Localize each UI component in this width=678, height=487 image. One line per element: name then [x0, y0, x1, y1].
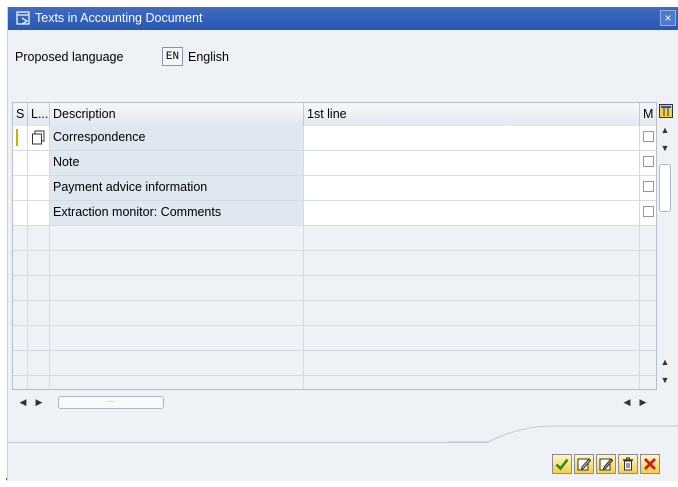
page-up-icon[interactable]: ▼ [659, 142, 671, 154]
cancel-button[interactable] [640, 454, 660, 474]
scroll-up-icon[interactable]: ▲ [659, 124, 671, 136]
edit-alt-button[interactable] [596, 454, 616, 474]
edit-icon [577, 458, 591, 471]
delete-icon [623, 457, 633, 471]
edit-button[interactable] [574, 454, 594, 474]
window-title: Texts in Accounting Document [35, 11, 203, 25]
confirm-icon [555, 458, 569, 471]
empty-row [13, 326, 656, 351]
language-cell[interactable] [28, 201, 50, 225]
description-cell: Correspondence [50, 126, 304, 150]
table-row[interactable]: Extraction monitor: Comments [13, 201, 656, 226]
language-cell[interactable] [28, 126, 50, 150]
horizontal-scroll-right: ◀ ▶ [616, 394, 656, 410]
table-row[interactable]: Payment advice information [13, 176, 656, 201]
horizontal-scroll-left: ◀ ▶ [12, 394, 54, 410]
column-header-description[interactable]: Description [50, 103, 304, 126]
description-cell: Payment advice information [50, 176, 304, 200]
confirm-button[interactable] [552, 454, 572, 474]
row-selector[interactable] [13, 151, 28, 175]
row-selector[interactable] [13, 176, 28, 200]
scroll-down-icon[interactable]: ▼ [659, 374, 671, 386]
language-cell[interactable] [28, 176, 50, 200]
scroll-right-icon[interactable]: ▶ [32, 394, 46, 410]
horizontal-scroll-thumb[interactable]: ⋯ [58, 396, 164, 409]
language-code-field[interactable]: EN [162, 47, 183, 66]
row-selector[interactable] [13, 126, 28, 150]
more-checkbox[interactable] [643, 206, 654, 217]
empty-row [13, 226, 656, 251]
empty-row [13, 351, 656, 376]
scroll-left-icon[interactable]: ◀ [16, 394, 30, 410]
first-line-input[interactable] [304, 126, 640, 150]
empty-row [13, 251, 656, 276]
corner-mark [6, 478, 7, 480]
more-checkbox[interactable] [643, 131, 654, 142]
vertical-scrollbar[interactable]: ▲ ▼ ▲ ▼ [657, 120, 673, 390]
close-button[interactable]: × [660, 10, 676, 26]
scroll-right-icon[interactable]: ▶ [636, 394, 650, 410]
first-line-input[interactable] [304, 176, 640, 200]
first-line-input[interactable] [304, 151, 640, 175]
empty-row [13, 301, 656, 326]
column-header-s[interactable]: S [13, 103, 28, 126]
table-row[interactable]: Correspondence [13, 126, 656, 151]
more-checkbox[interactable] [643, 156, 654, 167]
close-icon: × [664, 11, 672, 25]
delete-button[interactable] [618, 454, 638, 474]
vertical-scroll-thumb[interactable] [659, 164, 671, 212]
scroll-left-icon[interactable]: ◀ [620, 394, 634, 410]
page-down-icon[interactable]: ▲ [659, 356, 671, 368]
empty-row [13, 376, 656, 389]
empty-row [13, 276, 656, 301]
edit-alt-icon [599, 458, 613, 471]
language-name: English [188, 50, 229, 64]
row-selector[interactable] [13, 201, 28, 225]
footer-divider [448, 425, 678, 443]
more-checkbox-cell[interactable] [640, 201, 656, 225]
language-cell[interactable] [28, 151, 50, 175]
document-icon[interactable] [30, 129, 47, 146]
dialog-icon [16, 11, 30, 25]
column-header-1st-line[interactable]: 1st line [304, 103, 640, 126]
column-settings-icon[interactable] [659, 104, 673, 118]
column-header-l[interactable]: L... [28, 103, 50, 126]
table-header: S L... Description 1st line M [13, 103, 656, 127]
first-line-input[interactable] [304, 201, 640, 225]
cancel-icon [644, 458, 656, 470]
footer-line [8, 442, 488, 443]
table-row[interactable]: Note [13, 151, 656, 176]
more-checkbox-cell[interactable] [640, 126, 656, 150]
more-checkbox-cell[interactable] [640, 176, 656, 200]
column-header-m[interactable]: M [640, 103, 656, 126]
more-checkbox-cell[interactable] [640, 151, 656, 175]
dialog-window: Texts in Accounting Document × Proposed … [7, 7, 678, 481]
description-cell: Extraction monitor: Comments [50, 201, 304, 225]
proposed-language-label: Proposed language [15, 50, 124, 64]
texts-table: S L... Description 1st line M Correspond… [12, 102, 657, 390]
description-cell: Note [50, 151, 304, 175]
more-checkbox[interactable] [643, 181, 654, 192]
title-bar: Texts in Accounting Document × [8, 7, 678, 30]
text-cursor [16, 129, 18, 146]
